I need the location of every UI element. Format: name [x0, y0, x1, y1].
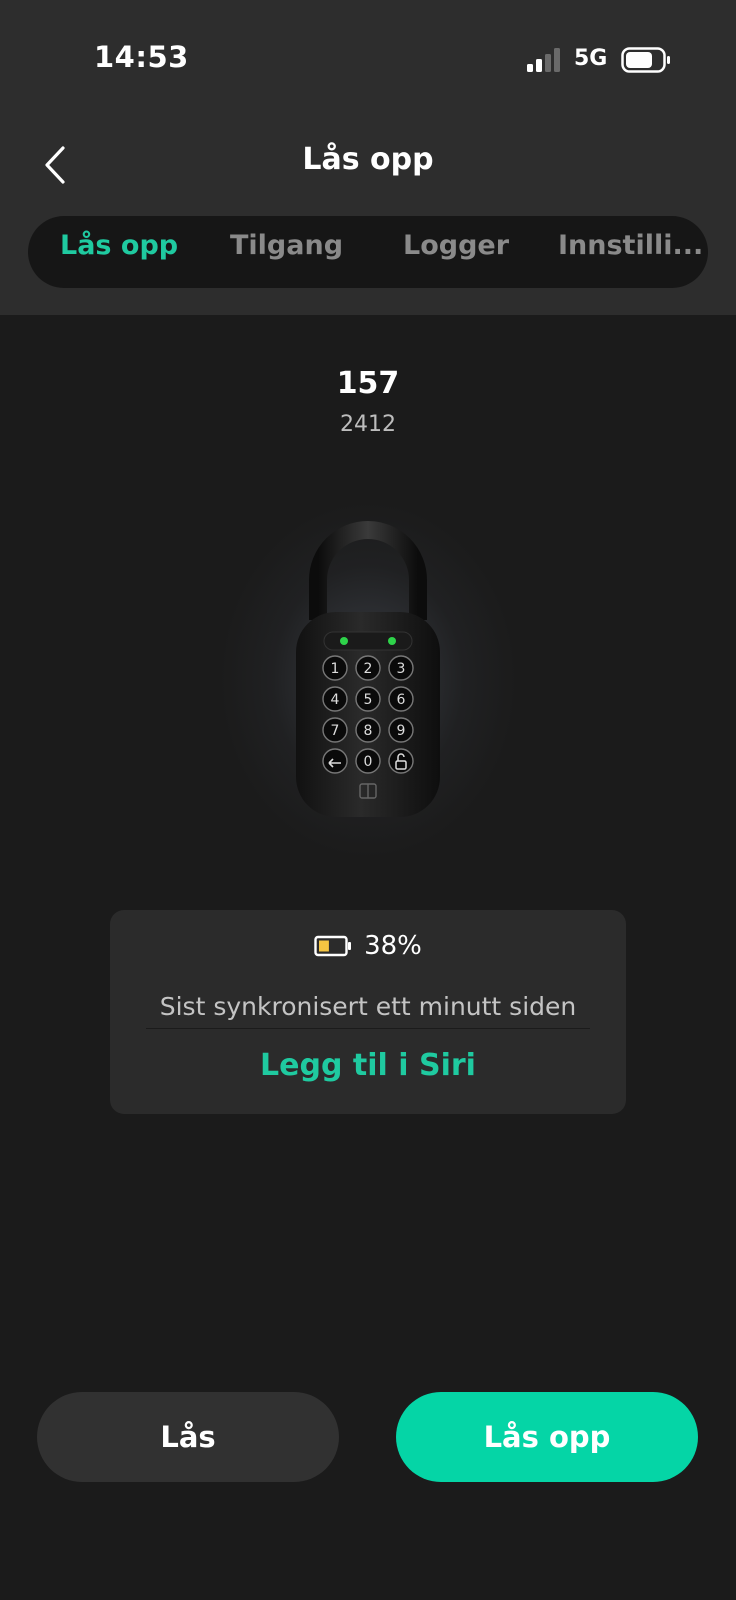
battery-low-icon: [314, 935, 352, 957]
svg-text:4: 4: [331, 692, 340, 708]
lock-code: 2412: [340, 412, 396, 437]
page-title: Lås opp: [302, 142, 434, 177]
lock-button[interactable]: Lås: [37, 1392, 339, 1482]
svg-text:8: 8: [364, 723, 373, 739]
sync-status: Sist synkronisert ett minutt siden: [159, 992, 577, 1021]
svg-text:9: 9: [397, 723, 406, 739]
tab-logs[interactable]: Logger: [403, 230, 509, 261]
padlock-keypad-icon: 1 2 3 4 5 6 7 8 9 0: [296, 521, 440, 817]
signal-bars-icon: [527, 48, 560, 72]
svg-text:6: 6: [397, 692, 406, 708]
svg-text:3: 3: [397, 661, 406, 677]
divider: [146, 1028, 590, 1029]
battery-icon: [621, 47, 670, 73]
tab-bar: Lås opp Tilgang Logger Innstilli...: [28, 216, 708, 288]
lock-info-card: 38% Sist synkronisert ett minutt siden L…: [110, 910, 626, 1114]
unlock-button[interactable]: Lås opp: [396, 1392, 698, 1482]
svg-text:7: 7: [331, 723, 340, 739]
tab-settings[interactable]: Innstilli...: [558, 230, 703, 261]
svg-text:2: 2: [364, 661, 373, 677]
network-label: 5G: [574, 46, 608, 71]
svg-text:5: 5: [364, 692, 373, 708]
battery-row: 38%: [110, 928, 626, 964]
svg-text:1: 1: [331, 661, 340, 677]
svg-text:0: 0: [364, 754, 373, 770]
header: 14:53 5G Lås opp Lås opp Tilgang Logger …: [0, 0, 736, 315]
tab-unlock[interactable]: Lås opp: [60, 230, 178, 261]
battery-percent: 38%: [364, 931, 422, 961]
lock-name: 157: [336, 366, 400, 401]
tab-access[interactable]: Tilgang: [230, 230, 343, 261]
add-to-siri-link[interactable]: Legg til i Siri: [110, 1048, 626, 1083]
status-time: 14:53: [94, 40, 189, 74]
